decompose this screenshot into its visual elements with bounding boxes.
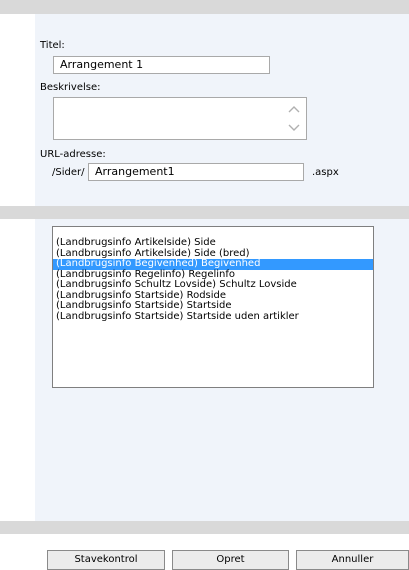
top-header-band <box>0 0 409 14</box>
scroll-up-icon[interactable] <box>288 104 300 114</box>
url-label: URL-adresse: <box>40 149 106 160</box>
description-label: Beskrivelse: <box>40 82 101 93</box>
layout-option[interactable]: (Landbrugsinfo Startside) Startside <box>53 300 373 312</box>
layout-option[interactable]: (Landbrugsinfo Startside) Startside uden… <box>53 311 373 323</box>
page-layout-listbox[interactable]: (Landbrugsinfo Artikelside) Side (Landbr… <box>52 226 374 388</box>
scroll-down-icon[interactable] <box>288 123 300 133</box>
title-input[interactable]: Arrangement 1 <box>53 56 270 74</box>
title-label: Titel: <box>40 40 65 51</box>
layout-option[interactable]: (Landbrugsinfo Schultz Lovside) Schultz … <box>53 279 373 291</box>
create-button[interactable]: Opret <box>172 550 289 570</box>
bottom-band <box>0 521 409 534</box>
url-prefix: /Sider/ <box>52 167 85 178</box>
layout-option[interactable]: (Landbrugsinfo Artikelside) Side <box>53 237 373 249</box>
description-textarea[interactable] <box>53 97 307 140</box>
spellcheck-button[interactable]: Stavekontrol <box>47 550 165 570</box>
cancel-button[interactable]: Annuller <box>296 550 409 570</box>
url-suffix: .aspx <box>312 167 339 178</box>
url-input[interactable]: Arrangement1 <box>88 163 304 181</box>
layout-option-selected[interactable]: (Landbrugsinfo Begivenhed) Begivenhed <box>53 258 373 270</box>
section-divider-band <box>0 206 409 219</box>
